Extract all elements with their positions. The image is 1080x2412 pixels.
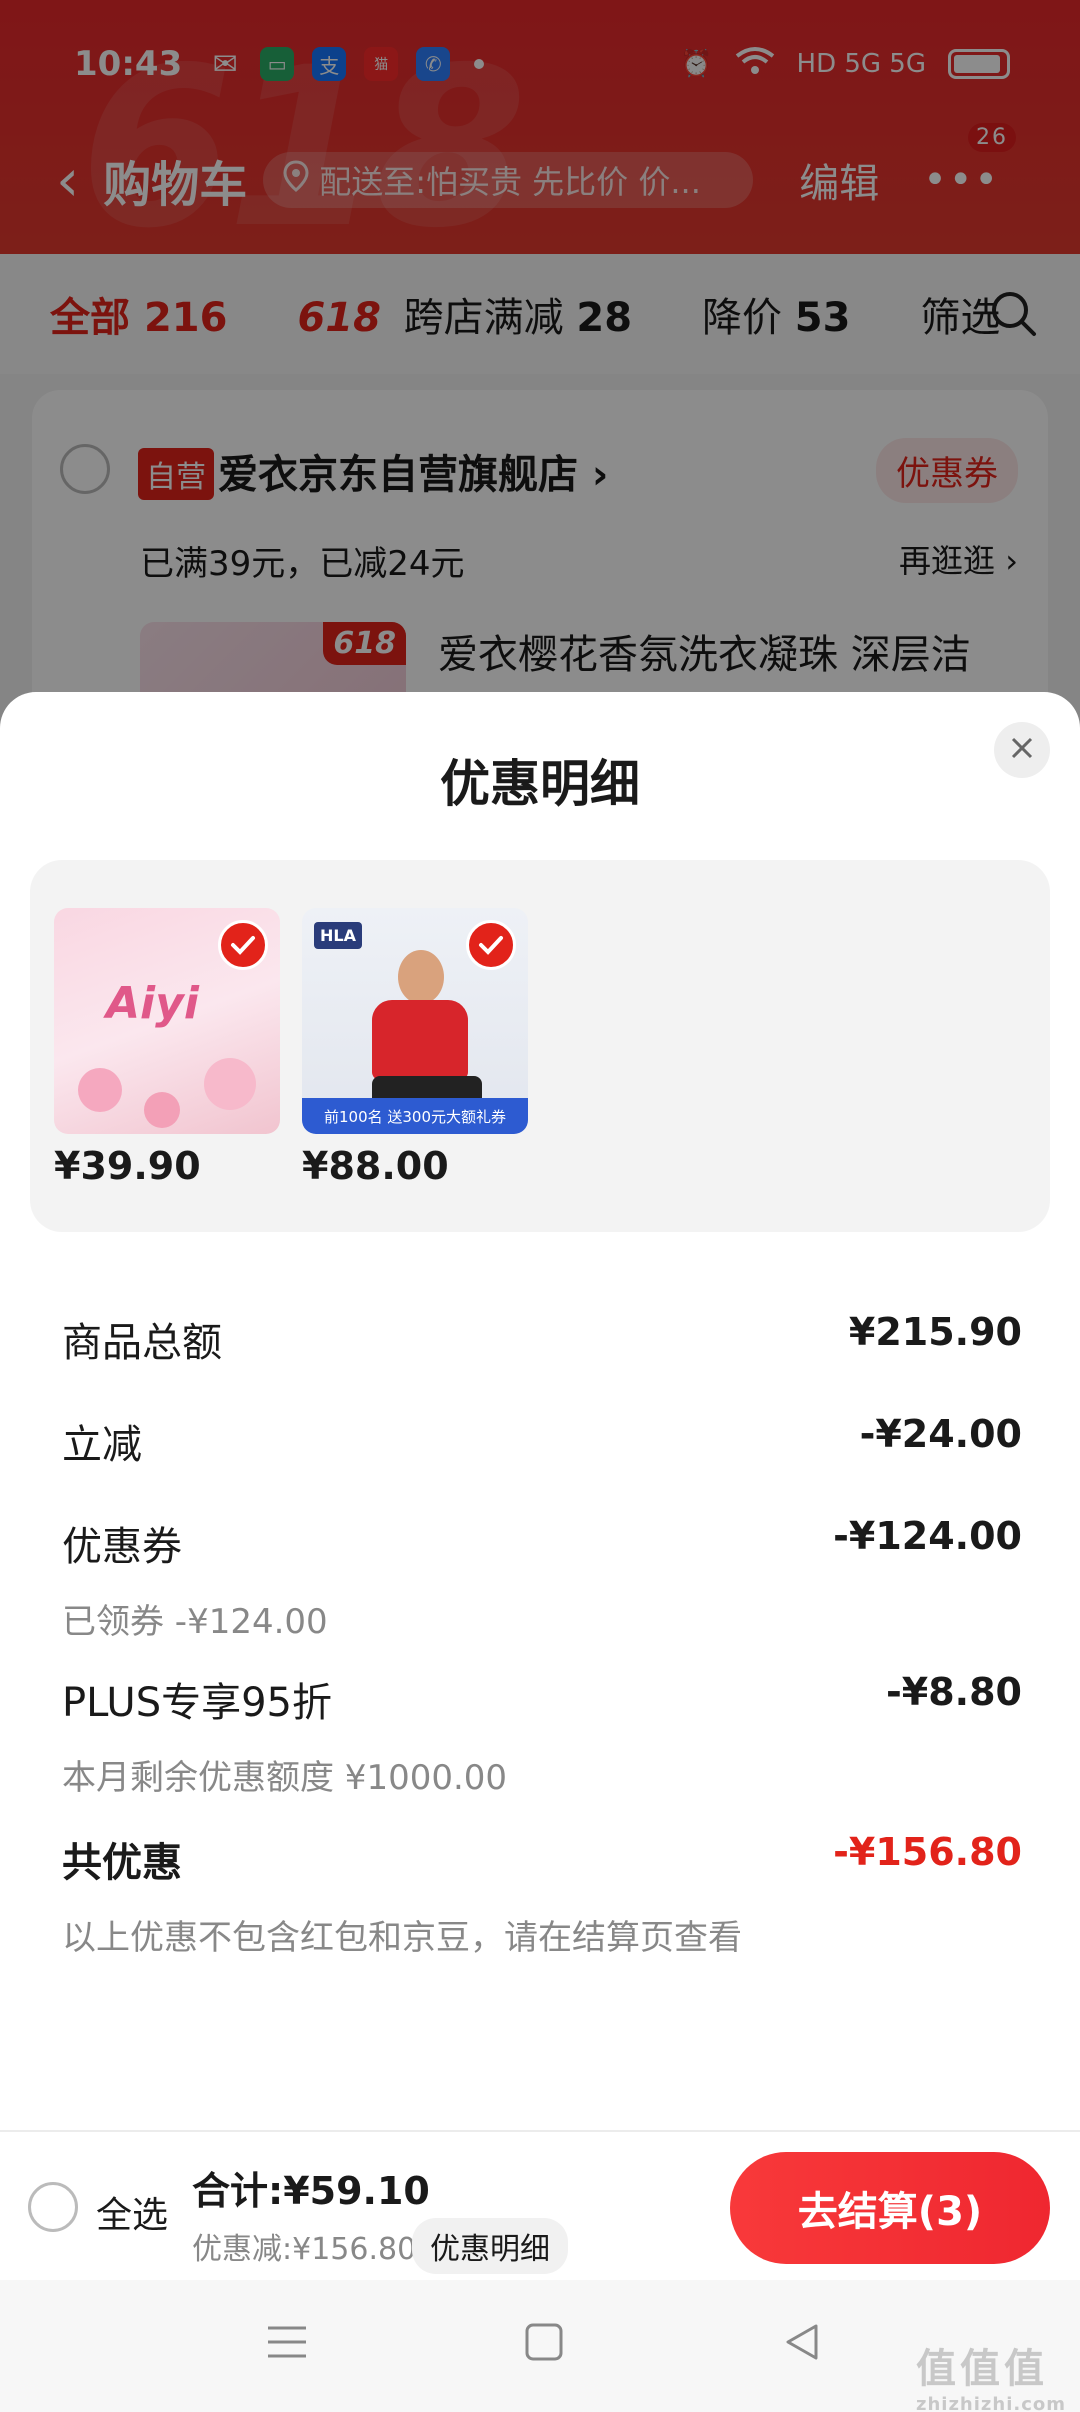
product-image-hla: HLA 前100名 送300元大额礼券 — [302, 908, 528, 1134]
product-image-aiyi: Aiyi — [54, 908, 280, 1134]
flower-decoration — [144, 1092, 180, 1128]
watermark-main: 值值值 — [915, 2346, 1048, 2392]
checkmark-icon — [466, 920, 516, 970]
checkmark-icon — [218, 920, 268, 970]
row-coupon: 优惠券 -¥124.00 已领券 -¥124.00 — [62, 1514, 1022, 1643]
plus-sub: 本月剩余优惠额度 ¥1000.00 — [62, 1758, 508, 1798]
close-icon — [1009, 735, 1035, 765]
sheet-title: 优惠明细 — [440, 755, 640, 813]
total-discount-value: -¥156.80 — [833, 1830, 1022, 1874]
checkout-bar: 全选 合计:¥59.10 优惠减:¥156.80 优惠明细 去结算(3) — [0, 2130, 1080, 2280]
menu-icon[interactable] — [266, 2322, 308, 2366]
promo-banner: 前100名 送300元大额礼券 — [302, 1098, 528, 1134]
select-all-radio[interactable] — [28, 2182, 78, 2232]
total-discount-note: 以上优惠不包含红包和京豆，请在结算页查看 — [62, 1918, 742, 1958]
product-brand-text: Aiyi — [106, 978, 199, 1029]
row-total-discount: 共优惠 -¥156.80 以上优惠不包含红包和京豆，请在结算页查看 — [62, 1830, 1022, 1959]
model-figure — [372, 1000, 468, 1080]
home-icon[interactable] — [524, 2322, 564, 2366]
checkout-discount: 优惠减:¥156.80 — [192, 2232, 417, 2267]
back-nav-icon[interactable] — [782, 2322, 822, 2366]
discount-detail-button[interactable]: 优惠明细 — [412, 2218, 568, 2274]
close-button[interactable] — [994, 722, 1050, 778]
plus-label: PLUS专享95折 — [62, 1680, 332, 1726]
row-instant-discount: 立减 -¥24.00 — [62, 1412, 1022, 1470]
checkout-total: 合计:¥59.10 — [192, 2169, 430, 2213]
coupon-value: -¥124.00 — [833, 1514, 1022, 1558]
product-price: ¥88.00 — [302, 1144, 449, 1188]
checkout-button[interactable]: 去结算(3) — [730, 2152, 1050, 2264]
plus-value: -¥8.80 — [886, 1670, 1022, 1714]
product-item[interactable]: Aiyi ¥39.90 — [54, 908, 280, 1188]
coupon-sub: 已领券 -¥124.00 — [62, 1602, 328, 1642]
row-plus: PLUS专享95折 -¥8.80 本月剩余优惠额度 ¥1000.00 — [62, 1670, 1022, 1799]
product-item[interactable]: HLA 前100名 送300元大额礼券 ¥88.00 — [302, 908, 528, 1188]
watermark: 值值值 zhizhizhi.com — [916, 2336, 1066, 2412]
row-subtotal: 商品总额 ¥215.90 — [62, 1310, 1022, 1368]
flower-decoration — [204, 1058, 256, 1110]
flower-decoration — [78, 1068, 122, 1112]
instant-discount-value: -¥24.00 — [859, 1412, 1022, 1456]
watermark-sub: zhizhizhi.com — [915, 2394, 1066, 2412]
subtotal-value: ¥215.90 — [848, 1310, 1022, 1354]
model-figure — [398, 950, 444, 1004]
select-all-label[interactable]: 全选 — [96, 2186, 168, 2238]
hla-logo: HLA — [314, 922, 362, 949]
product-price: ¥39.90 — [54, 1144, 201, 1188]
selected-products: Aiyi ¥39.90 HLA 前100名 送300元大额礼券 ¥88.00 — [30, 860, 1050, 1232]
